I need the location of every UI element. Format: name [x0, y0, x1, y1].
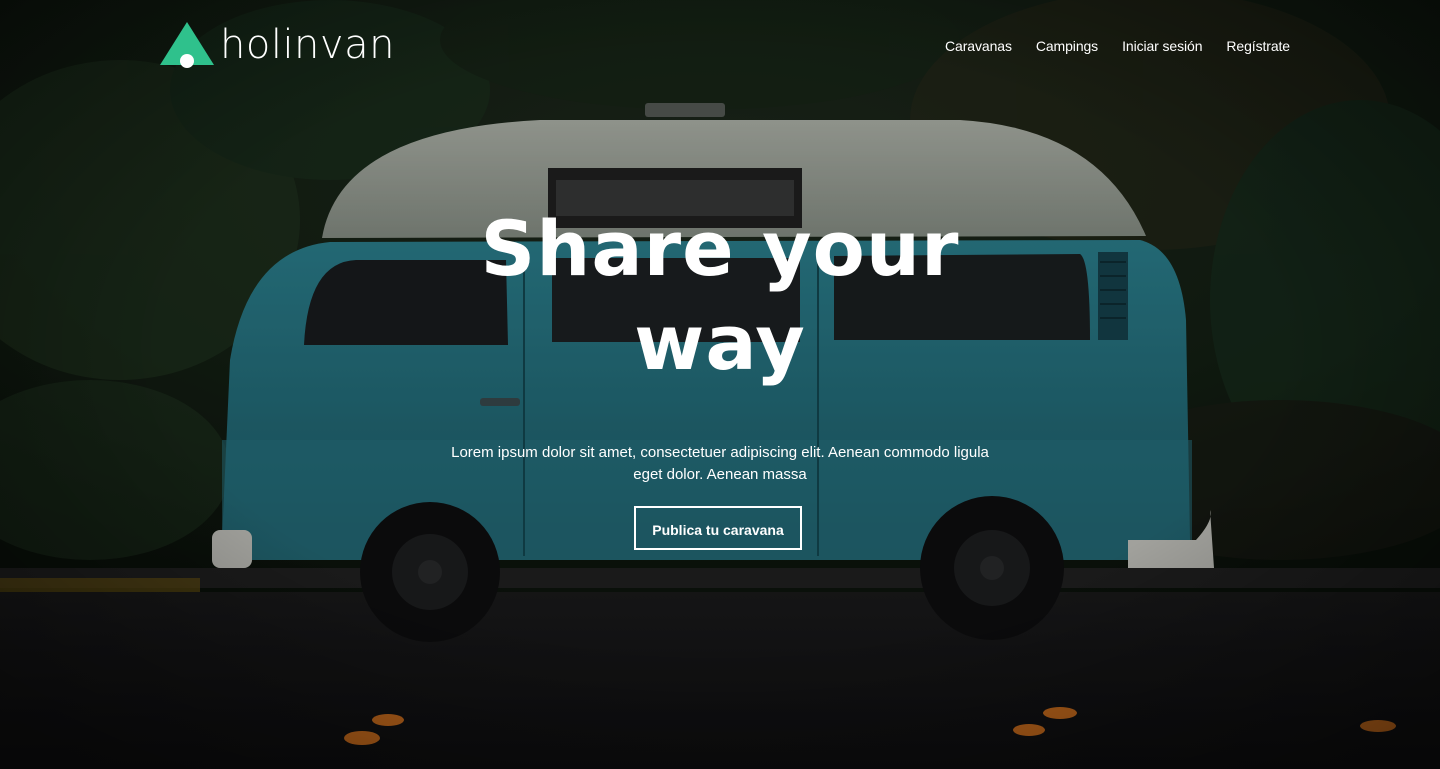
brand-logo-link[interactable]: holinvan — [158, 18, 395, 70]
hero-title: Share your way — [480, 204, 960, 387]
hero-section: holinvan Caravanas Campings Iniciar sesi… — [0, 0, 1440, 769]
nav-link-caravanas[interactable]: Caravanas — [945, 38, 1012, 54]
hero-subtitle: Lorem ipsum dolor sit amet, consectetuer… — [451, 444, 989, 483]
publish-caravan-button[interactable]: Publica tu caravana — [634, 506, 802, 550]
nav-link-campings[interactable]: Campings — [1036, 38, 1098, 54]
top-navbar: holinvan Caravanas Campings Iniciar sesi… — [0, 0, 1440, 96]
brand-name: holinvan — [220, 22, 395, 68]
house-logo-icon — [160, 22, 214, 68]
nav-link-login[interactable]: Iniciar sesión — [1122, 38, 1202, 54]
nav-link-register[interactable]: Regístrate — [1226, 38, 1290, 54]
main-nav: Caravanas Campings Iniciar sesión Regíst… — [945, 38, 1290, 54]
